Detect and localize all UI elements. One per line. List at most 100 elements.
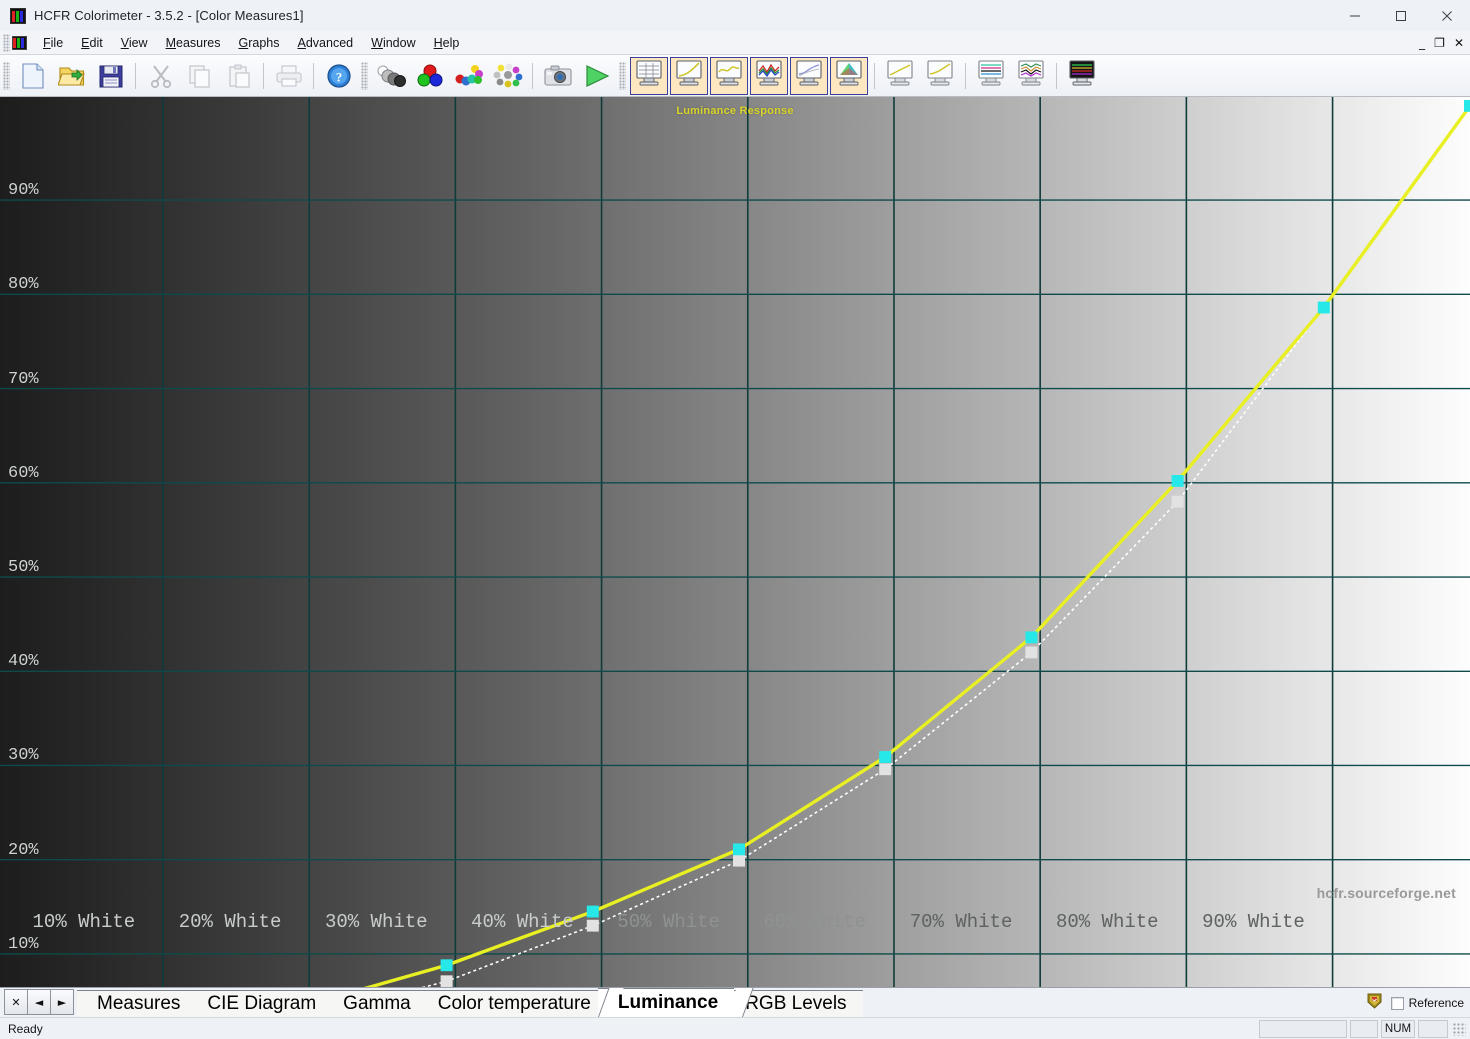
- mdi-close-button[interactable]: ✕: [1454, 37, 1464, 49]
- graph-cie-button[interactable]: [670, 56, 708, 95]
- menu-item-window[interactable]: Window: [362, 33, 424, 53]
- y-axis-tick-label: 90%: [8, 181, 39, 201]
- tab-next-button[interactable]: ►: [50, 989, 74, 1015]
- new-document-icon: [20, 62, 46, 90]
- cut-button[interactable]: [141, 58, 180, 94]
- full-measure-button[interactable]: [488, 58, 527, 94]
- new-document-button[interactable]: [13, 58, 52, 94]
- help-button[interactable]: ?: [319, 58, 358, 94]
- x-axis-tick-label: 90% White: [1202, 911, 1305, 933]
- tab-label: Measures: [97, 993, 181, 1014]
- tab-nav-buttons: ✕ ◄ ►: [4, 989, 74, 1015]
- graph-gamma-button[interactable]: [710, 56, 748, 95]
- reference-checkbox[interactable]: [1390, 996, 1404, 1010]
- floppy-disk-icon: [98, 63, 124, 89]
- primaries-measure-button[interactable]: [410, 58, 449, 94]
- secondaries-measure-button[interactable]: [449, 58, 488, 94]
- graph-measures-button[interactable]: [630, 56, 668, 95]
- printer-icon: [275, 64, 303, 88]
- toolbar-separator: [965, 62, 966, 89]
- menu-bar: File Edit View Measures Graphs Advanced …: [0, 31, 1470, 55]
- watermark-text: hcfr.sourceforge.net: [1316, 885, 1456, 901]
- save-button[interactable]: [91, 58, 130, 94]
- title-bar: HCFR Colorimeter - 3.5.2 - [Color Measur…: [0, 0, 1470, 31]
- tab-label: CIE Diagram: [207, 993, 317, 1014]
- graph-rgblevels-button[interactable]: [830, 56, 868, 95]
- menu-item-help[interactable]: Help: [425, 33, 469, 53]
- toolbar-grip-handle[interactable]: [361, 61, 368, 90]
- y-axis-tick-label: 80%: [8, 275, 39, 295]
- monitor-curve-icon: [674, 59, 704, 92]
- window-title: HCFR Colorimeter - 3.5.2 - [Color Measur…: [34, 8, 304, 23]
- resize-grip[interactable]: [1453, 1022, 1466, 1036]
- graph-extra1-button[interactable]: [881, 57, 919, 95]
- y-axis-tick-label: 20%: [8, 840, 39, 860]
- monitor-dark-rgb-icon: [1067, 59, 1097, 92]
- y-axis-tick-label: 30%: [8, 746, 39, 766]
- toolbar: ?: [0, 55, 1470, 97]
- open-folder-button[interactable]: [52, 58, 91, 94]
- mdi-minimize-button[interactable]: _: [1419, 37, 1425, 49]
- menu-item-measures[interactable]: Measures: [157, 33, 230, 53]
- tab-cie-diagram[interactable]: CIE Diagram: [187, 990, 333, 1017]
- reference-checkbox-label: Reference: [1408, 996, 1464, 1010]
- toolbar-separator: [313, 62, 314, 89]
- monitor-table-icon: [634, 59, 664, 92]
- tab-measures[interactable]: Measures: [77, 990, 197, 1017]
- monitor-rgb-lines-icon: [976, 59, 1006, 92]
- minimize-button[interactable]: [1332, 0, 1378, 31]
- close-button[interactable]: [1424, 0, 1470, 31]
- tab-list: Measures CIE Diagram Gamma Color temperatur…: [77, 987, 863, 1017]
- x-axis-tick-label: 80% White: [1055, 911, 1159, 933]
- monitor-multicurve-icon: [754, 59, 784, 92]
- shield-badge-icon[interactable]: [1366, 992, 1383, 1014]
- menu-item-file[interactable]: File: [34, 33, 72, 53]
- menu-item-edit[interactable]: Edit: [72, 33, 112, 53]
- reference-checkbox-group[interactable]: Reference: [1390, 996, 1464, 1010]
- y-axis-tick-label: 10%: [8, 934, 39, 954]
- maximize-button[interactable]: [1378, 0, 1424, 31]
- paste-button[interactable]: [219, 58, 258, 94]
- print-button[interactable]: [269, 58, 308, 94]
- menu-grip-handle[interactable]: [3, 33, 10, 52]
- monitor-cie-triangle-icon: [834, 59, 864, 92]
- svg-text:?: ?: [335, 69, 342, 84]
- tab-luminance[interactable]: Luminance: [597, 988, 735, 1017]
- y-axis-tick-label: 70%: [8, 369, 39, 389]
- mdi-app-icon[interactable]: [12, 35, 27, 50]
- tab-label: RGB Levels: [745, 993, 847, 1014]
- menu-item-view[interactable]: View: [112, 33, 157, 53]
- graph-extra2-button[interactable]: [921, 57, 959, 95]
- monitor-wave-icon: [714, 59, 744, 92]
- clipboard-paste-icon: [226, 63, 252, 89]
- run-measures-button[interactable]: [577, 58, 616, 94]
- mdi-restore-button[interactable]: ❐: [1434, 37, 1445, 49]
- graph-luminance-button[interactable]: [790, 56, 828, 95]
- monitor-line-icon: [794, 59, 824, 92]
- menu-item-advanced[interactable]: Advanced: [289, 33, 363, 53]
- copy-button[interactable]: [180, 58, 219, 94]
- menu-item-graphs[interactable]: Graphs: [230, 33, 289, 53]
- graph-extra3-button[interactable]: [972, 57, 1010, 95]
- toolbar-separator: [532, 62, 533, 89]
- rgb-spheres-icon: [415, 63, 445, 89]
- window-controls: [1332, 0, 1470, 31]
- toolbar-grip-handle[interactable]: [3, 61, 10, 90]
- x-axis-tick-label: 50% White: [617, 911, 720, 933]
- grayscale-measure-button[interactable]: [371, 58, 410, 94]
- toolbar-separator: [874, 62, 875, 89]
- luminance-chart-panel[interactable]: Luminance Response hcfr.sourceforge.net …: [0, 97, 1470, 987]
- tab-prev-button[interactable]: ◄: [27, 989, 51, 1015]
- monitor-rgb-wave-icon: [1016, 59, 1046, 92]
- x-axis-tick-label: 10% White: [32, 911, 136, 933]
- graph-colortemp-button[interactable]: [750, 56, 788, 95]
- capture-button[interactable]: [538, 58, 577, 94]
- tab-close-button[interactable]: ✕: [4, 989, 28, 1015]
- graph-extra4-button[interactable]: [1012, 57, 1050, 95]
- toolbar-grip-handle[interactable]: [619, 61, 626, 90]
- x-axis-tick-label: 40% White: [471, 911, 574, 933]
- grayscale-spheres-icon: [375, 63, 407, 89]
- tab-gamma[interactable]: Gamma: [323, 990, 427, 1017]
- graph-extra5-button[interactable]: [1063, 57, 1101, 95]
- tab-color-temperature[interactable]: Color temperature: [417, 990, 607, 1017]
